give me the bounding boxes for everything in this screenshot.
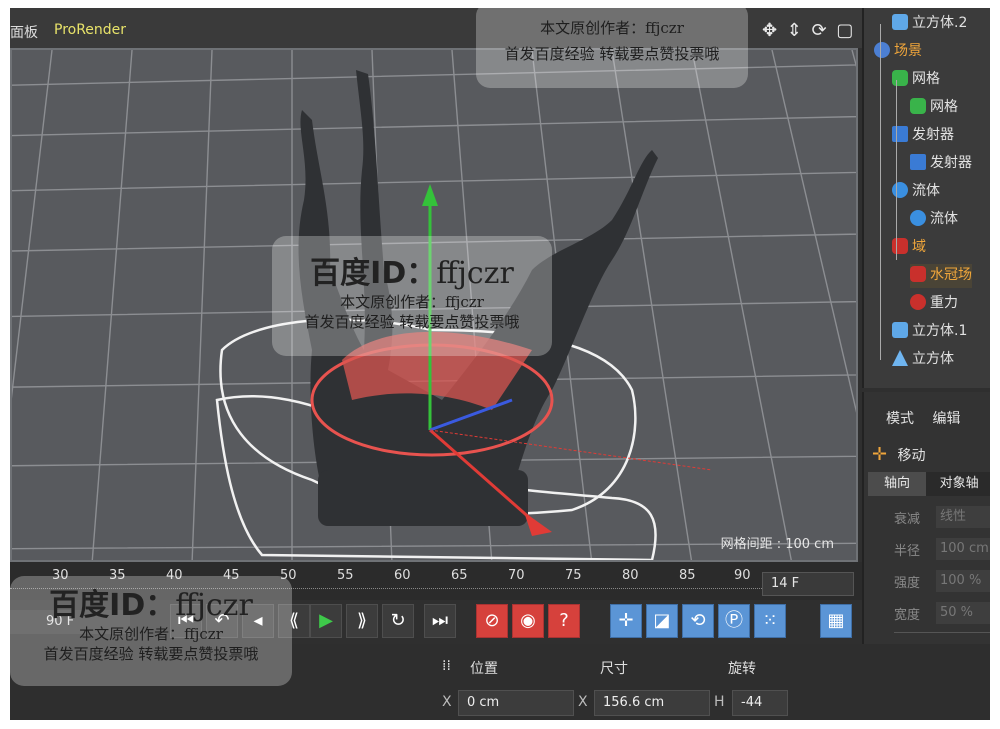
tick: 60 — [394, 568, 411, 583]
object-item[interactable]: 流体 — [892, 180, 940, 204]
emitter-icon — [910, 154, 926, 170]
panel-menu[interactable]: 面板 — [10, 22, 38, 42]
cone-icon — [892, 350, 908, 366]
rotate-tool-icon[interactable]: ⟲ — [682, 604, 714, 638]
size-x-field[interactable]: 156.6 cm — [594, 690, 710, 716]
watermark-center: 百度ID：ffjczr 本文原创作者：ffjczr 首发百度经验 转载要点赞投票… — [272, 236, 552, 356]
domain-icon — [892, 238, 908, 254]
scale-tool-icon[interactable]: ◪ — [646, 604, 678, 638]
position-x-field[interactable]: 0 cm — [458, 690, 574, 716]
attr-header: 模式 编辑 — [886, 408, 960, 428]
help-icon[interactable]: ? — [548, 604, 580, 638]
attr-label: 宽度 — [894, 608, 921, 623]
object-item[interactable]: 重力 — [910, 292, 958, 316]
tick: 65 — [451, 568, 468, 583]
emitter-icon — [892, 126, 908, 142]
object-item[interactable]: 发射器 — [910, 152, 972, 176]
mesher-icon — [892, 70, 908, 86]
object-item[interactable]: 立方体.1 — [892, 320, 967, 344]
fluid-icon — [910, 210, 926, 226]
parameter-icon[interactable]: Ⓟ — [718, 604, 750, 638]
tick: 85 — [679, 568, 696, 583]
cube-icon — [892, 14, 908, 30]
h-label: H — [714, 694, 725, 710]
falloff-field[interactable]: 线性 — [936, 506, 990, 528]
object-item[interactable]: 流体 — [910, 208, 958, 232]
crown-field-icon — [910, 266, 926, 282]
attr-label: 衰减 — [894, 512, 921, 527]
object-item[interactable]: 发射器 — [892, 124, 954, 148]
edit-menu[interactable]: 编辑 — [932, 411, 960, 427]
play-icon[interactable]: ▶ — [310, 604, 342, 638]
grip-icon: ⁞⁞ — [442, 658, 451, 674]
attr-tabs: 轴向 对象轴 — [868, 472, 990, 496]
mode-menu[interactable]: 模式 — [886, 411, 914, 427]
move-icon: ✛ — [872, 444, 888, 465]
tick: 70 — [508, 568, 525, 583]
grid-spacing-label: 网格间距 : 100 cm — [720, 537, 834, 552]
tab-axis[interactable]: 轴向 — [868, 472, 926, 496]
tick: 80 — [622, 568, 639, 583]
x-label: X — [442, 694, 452, 710]
points-icon[interactable]: ⁙ — [754, 604, 786, 638]
position-header: 位置 — [470, 661, 498, 677]
width-field[interactable]: 50 % — [936, 602, 990, 624]
viewport-nav-icons[interactable]: ✥ ⇕ ⟳ ▢ — [762, 20, 855, 41]
tick: 55 — [337, 568, 354, 583]
auto-key-icon[interactable]: ◉ — [512, 604, 544, 638]
record-icon[interactable]: ⊘ — [476, 604, 508, 638]
tick: 90 — [734, 568, 751, 583]
move-tool-icon[interactable]: ✛ — [610, 604, 642, 638]
gravity-icon — [910, 294, 926, 310]
goto-end-icon[interactable]: ⏭ — [424, 604, 456, 638]
size-x-label: X — [578, 694, 588, 710]
loop-icon[interactable]: ↻ — [382, 604, 414, 638]
move-tool-row: ✛ 移动 — [872, 444, 926, 465]
rotation-h-field[interactable]: -44 — [732, 690, 788, 716]
mesher-icon — [910, 98, 926, 114]
object-manager: 立方体.2 场景 网格 网格 发射器 发射器 流体 流体 域 水冠场 重力 立方… — [862, 8, 990, 388]
cube-icon — [892, 322, 908, 338]
tree-line — [896, 80, 897, 260]
object-item[interactable]: 立方体.2 — [892, 12, 967, 36]
object-item[interactable]: 场景 — [874, 40, 922, 64]
strength-field[interactable]: 100 % — [936, 570, 990, 592]
tick: 75 — [565, 568, 582, 583]
watermark-top: 本文原创作者：ffjczr 首发百度经验 转载要点赞投票哦 — [476, 2, 748, 88]
next-icon[interactable]: ⟫ — [346, 604, 378, 638]
scene-icon — [874, 42, 890, 58]
tree-line — [880, 24, 881, 360]
film-icon[interactable]: ▦ — [820, 604, 852, 638]
rotation-header: 旋转 — [728, 661, 756, 677]
object-item[interactable]: 网格 — [910, 96, 958, 120]
watermark-bottom: 百度ID：ffjczr 本文原创作者：ffjczr 首发百度经验 转载要点赞投票… — [10, 576, 292, 686]
object-item[interactable]: 网格 — [892, 68, 940, 92]
attr-label: 强度 — [894, 576, 921, 591]
current-frame-field[interactable]: 14 F — [762, 572, 854, 596]
attr-label: 半径 — [894, 544, 921, 559]
object-item-selected[interactable]: 水冠场 — [910, 264, 972, 288]
size-header: 尺寸 — [600, 661, 628, 677]
radius-field[interactable]: 100 cm — [936, 538, 990, 560]
prorender-menu[interactable]: ProRender — [54, 22, 126, 38]
fluid-icon — [892, 182, 908, 198]
object-item[interactable]: 立方体 — [892, 348, 954, 372]
object-item[interactable]: 域 — [892, 236, 926, 260]
tab-object-axis[interactable]: 对象轴 — [930, 472, 988, 496]
